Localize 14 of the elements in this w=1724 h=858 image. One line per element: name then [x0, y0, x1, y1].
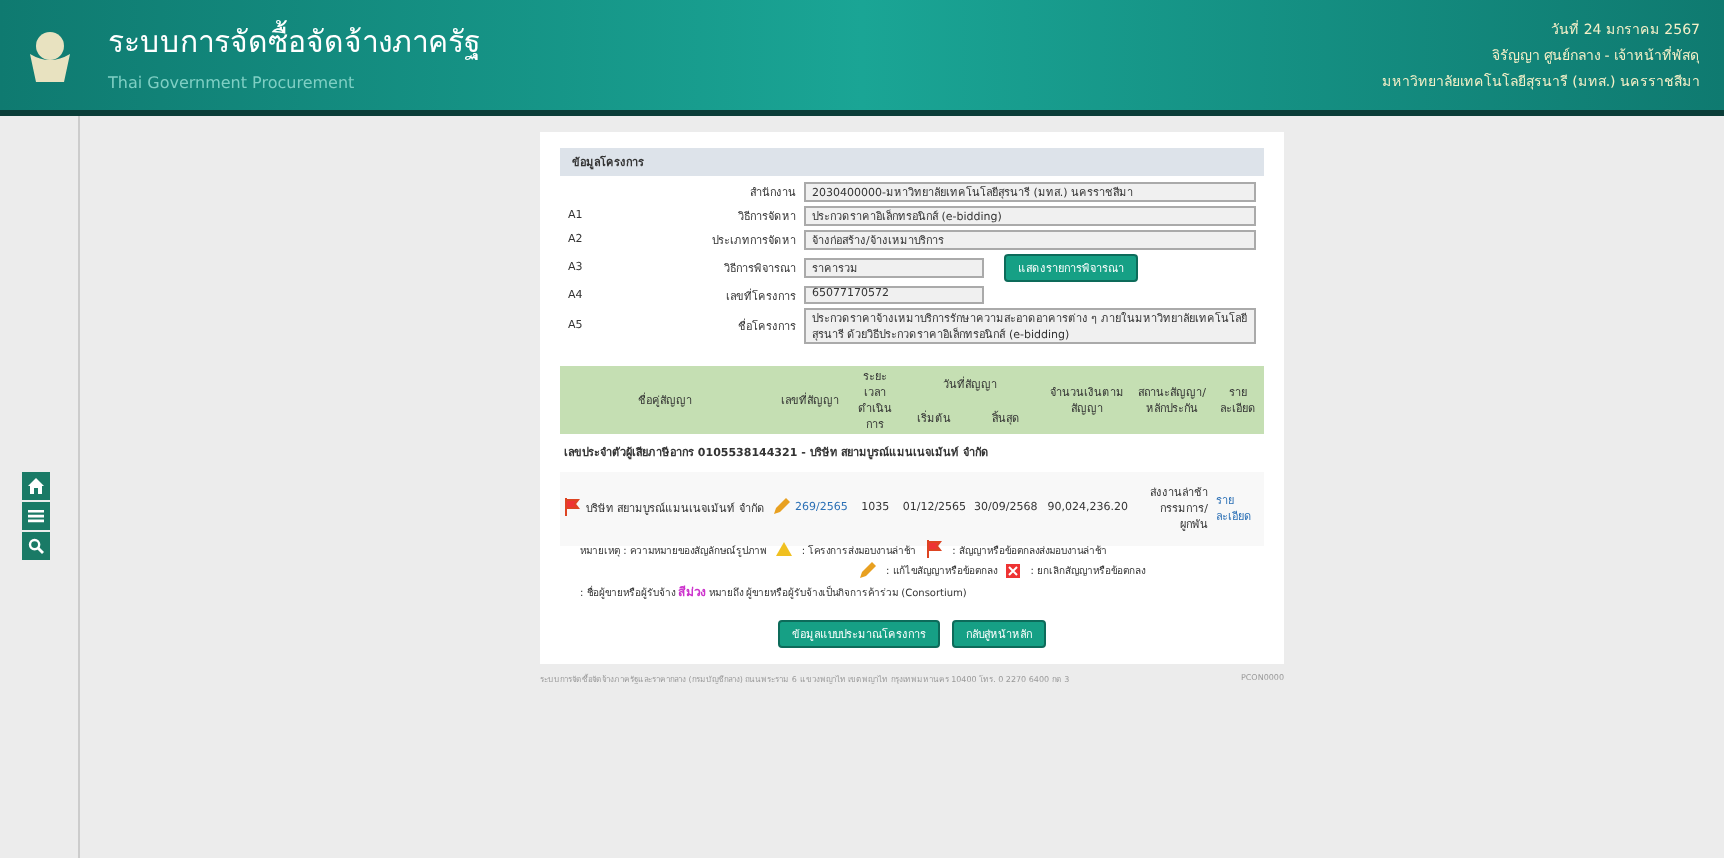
flag-icon	[564, 497, 580, 516]
home-button[interactable]	[22, 472, 50, 500]
pencil-icon	[860, 562, 876, 578]
pencil-icon	[773, 498, 789, 515]
cancel-icon	[1006, 563, 1021, 577]
menu-icon	[28, 508, 44, 524]
menu-button[interactable]	[22, 502, 50, 530]
search-icon	[28, 538, 44, 554]
site-subtitle: Thai Government Procurement	[108, 74, 357, 92]
search-button[interactable]	[22, 532, 50, 560]
home-icon	[28, 478, 44, 494]
site-title: ระบบการจัดซื้อจัดจ้างภาครัฐ	[108, 18, 482, 64]
flag-icon	[926, 540, 943, 558]
warning-icon	[775, 542, 792, 556]
